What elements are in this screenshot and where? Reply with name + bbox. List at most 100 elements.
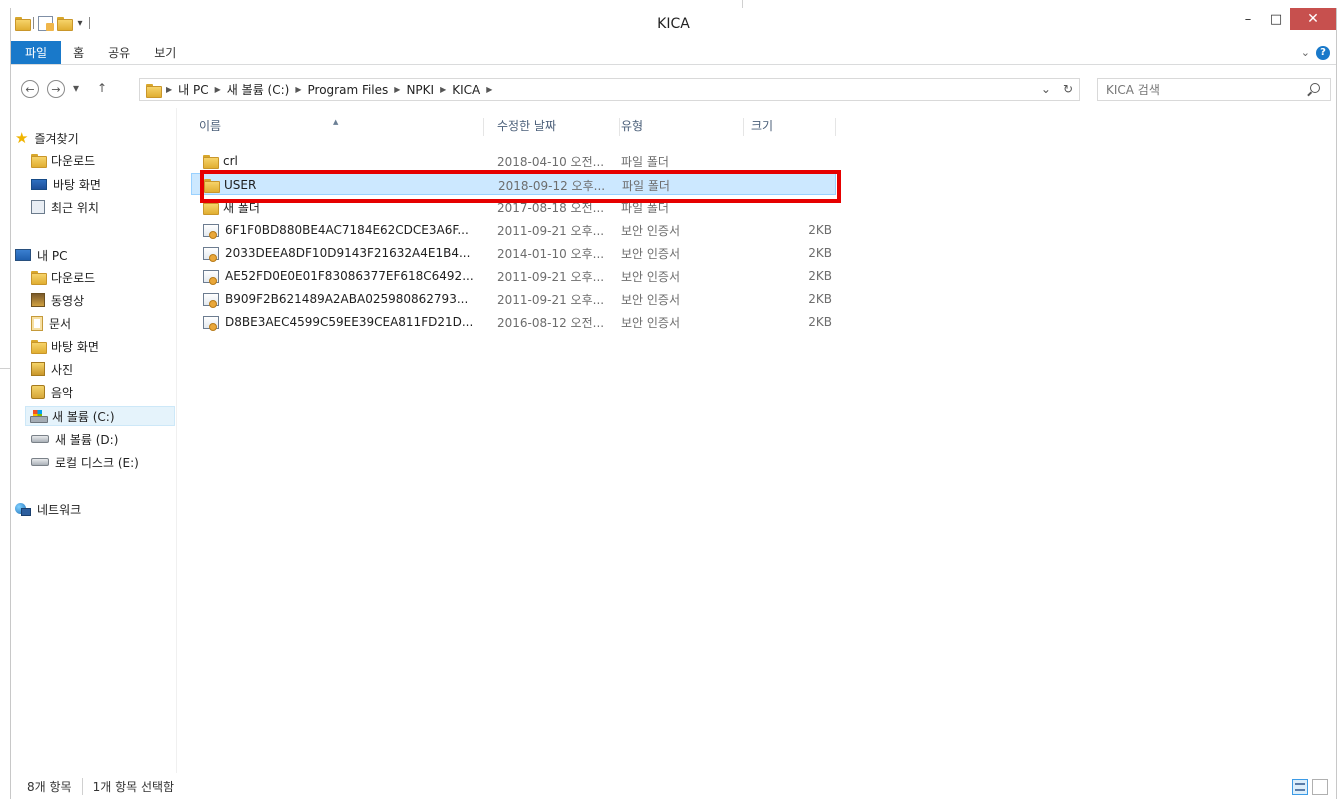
file-size	[731, 196, 834, 218]
chevron-right-icon[interactable]: ▶	[215, 85, 221, 94]
sidebar-item-label: 로컬 디스크 (E:)	[55, 455, 139, 470]
chevron-right-icon[interactable]: ▶	[394, 85, 400, 94]
sidebar-item-videos[interactable]: 동영상	[31, 290, 84, 310]
sidebar-item-label: 즐겨찾기	[34, 131, 79, 146]
breadcrumb-npki[interactable]: NPKI	[406, 83, 434, 97]
breadcrumb-this-pc[interactable]: 내 PC	[178, 81, 208, 98]
table-row[interactable]: D8BE3AEC4599C59EE39CEA811FD21D... 2016-08…	[191, 311, 836, 333]
file-name-cell: 2033DEEA8DF10D9143F21632A4E1B4...	[203, 242, 493, 264]
expand-ribbon-icon[interactable]: ⌄	[1301, 46, 1310, 59]
file-size: 2KB	[808, 315, 832, 329]
table-row[interactable]: crl 2018-04-10 오전... 파일 폴더	[191, 150, 836, 172]
sidebar-item-pc-downloads[interactable]: 다운로드	[31, 267, 95, 287]
file-type: 보안 인증서	[621, 246, 681, 261]
address-dropdown-icon[interactable]: ⌄	[1041, 82, 1051, 96]
tab-home[interactable]: 홈	[61, 41, 96, 64]
column-header-name[interactable]: 이름	[199, 114, 221, 136]
file-size: 2KB	[808, 223, 832, 237]
sidebar-item-this-pc[interactable]: 내 PC	[15, 245, 67, 265]
address-bar[interactable]: ▶ 내 PC ▶ 새 볼륨 (C:) ▶ Program Files ▶ NPK…	[139, 78, 1080, 101]
breadcrumb-volume-c[interactable]: 새 볼륨 (C:)	[227, 81, 290, 98]
sidebar-item-label: 새 볼륨 (D:)	[55, 432, 119, 447]
folder-icon	[203, 155, 219, 169]
sidebar-item-recent-places[interactable]: 최근 위치	[31, 197, 99, 217]
file-name-cell: AE52FD0E0E01F83086377EF618C6492...	[203, 265, 493, 287]
file-type: 보안 인증서	[621, 292, 681, 307]
table-row[interactable]: AE52FD0E0E01F83086377EF618C6492... 2011-0…	[191, 265, 836, 287]
details-view-button[interactable]	[1292, 779, 1308, 795]
sidebar-item-label: 다운로드	[51, 270, 96, 285]
table-row[interactable]: 2033DEEA8DF10D9143F21632A4E1B4... 2014-01…	[191, 242, 836, 264]
column-header-date[interactable]: 수정한 날짜	[497, 114, 556, 136]
file-type: 파일 폴더	[621, 154, 669, 169]
address-controls: ⌄ ↻	[1041, 82, 1073, 96]
column-divider[interactable]	[619, 118, 620, 136]
chevron-right-icon[interactable]: ▶	[440, 85, 446, 94]
chevron-right-icon[interactable]: ▶	[486, 85, 492, 94]
recent-locations-button[interactable]: ▾	[73, 81, 79, 95]
window-controls: – □ ✕	[1234, 8, 1336, 30]
sidebar-item-pictures[interactable]: 사진	[31, 359, 73, 379]
breadcrumb-program-files[interactable]: Program Files	[308, 83, 389, 97]
sidebar-item-documents[interactable]: 문서	[31, 313, 71, 333]
table-row[interactable]: USER 2018-09-12 오후... 파일 폴더	[191, 173, 836, 195]
sidebar-item-local-disk-e[interactable]: 로컬 디스크 (E:)	[31, 452, 139, 472]
column-header-size[interactable]: 크기	[751, 114, 773, 136]
column-header-type[interactable]: 유형	[621, 114, 643, 136]
back-button[interactable]: ←	[21, 80, 39, 98]
file-date: 2018-04-10 오전...	[497, 154, 605, 169]
sidebar-item-label: 최근 위치	[51, 200, 99, 215]
help-icon[interactable]: ?	[1316, 45, 1330, 60]
item-count: 8개 항목	[11, 778, 83, 795]
tab-view[interactable]: 보기	[142, 41, 188, 64]
sidebar-item-downloads[interactable]: 다운로드	[31, 150, 95, 170]
table-row[interactable]: 새 폴더 2017-08-18 오전... 파일 폴더	[191, 196, 836, 218]
details-view-icon	[1295, 783, 1305, 791]
close-button[interactable]: ✕	[1290, 8, 1336, 30]
sidebar-item-label: 사진	[51, 362, 74, 377]
sidebar-item-label: 문서	[49, 316, 72, 331]
large-icons-view-button[interactable]	[1312, 779, 1328, 795]
column-divider[interactable]	[743, 118, 744, 136]
search-icon[interactable]	[1310, 83, 1320, 93]
search-input[interactable]: KICA 검색	[1097, 78, 1331, 101]
sidebar-item-volume-c[interactable]: 새 볼륨 (C:)	[25, 406, 175, 426]
certificate-icon	[203, 269, 219, 285]
sidebar-item-pc-desktop[interactable]: 바탕 화면	[31, 336, 99, 356]
sidebar-item-network[interactable]: 네트워크	[15, 499, 81, 519]
minimize-button[interactable]: –	[1234, 8, 1262, 30]
title-bar[interactable]: ▾ KICA – □ ✕	[11, 8, 1336, 40]
column-divider[interactable]	[835, 118, 836, 136]
sidebar-item-label: 새 볼륨 (C:)	[52, 409, 115, 424]
tab-file[interactable]: 파일	[11, 41, 62, 64]
tab-share[interactable]: 공유	[96, 41, 142, 64]
view-switcher	[1292, 779, 1328, 795]
chevron-right-icon[interactable]: ▶	[295, 85, 301, 94]
drive-icon	[31, 435, 49, 443]
sidebar-item-favorites[interactable]: ★ 즐겨찾기	[15, 128, 79, 148]
sidebar-item-desktop[interactable]: 바탕 화면	[31, 174, 101, 194]
explorer-window: ▾ KICA – □ ✕ 파일 홈 공유 보기 ⌄ ? ← → ▾ ↑ ▶ 내 …	[10, 8, 1337, 799]
file-size	[732, 174, 835, 196]
up-button[interactable]: ↑	[97, 81, 107, 95]
table-row[interactable]: 6F1F0BD880BE4AC7184E62CDCE3A6F... 2011-09…	[191, 219, 836, 241]
sidebar-item-music[interactable]: 음악	[31, 382, 73, 402]
forward-button[interactable]: →	[47, 80, 65, 98]
desktop-icon	[31, 178, 47, 190]
certificate-icon	[203, 315, 219, 331]
file-type: 보안 인증서	[621, 269, 681, 284]
column-divider[interactable]	[483, 118, 484, 136]
search-placeholder: KICA 검색	[1106, 83, 1160, 97]
folder-icon	[146, 83, 162, 98]
file-date: 2011-09-21 오후...	[497, 223, 605, 238]
table-row[interactable]: B909F2B621489A2ABA025980862793... 2011-09…	[191, 288, 836, 310]
sidebar-item-volume-d[interactable]: 새 볼륨 (D:)	[31, 429, 118, 449]
maximize-button[interactable]: □	[1262, 8, 1290, 30]
refresh-icon[interactable]: ↻	[1063, 82, 1073, 96]
breadcrumb-kica[interactable]: KICA	[452, 83, 480, 97]
file-name: 새 폴더	[223, 200, 260, 215]
file-name-cell: crl	[203, 150, 493, 172]
video-icon	[31, 293, 45, 307]
chevron-right-icon[interactable]: ▶	[166, 85, 172, 94]
computer-icon	[15, 249, 31, 261]
